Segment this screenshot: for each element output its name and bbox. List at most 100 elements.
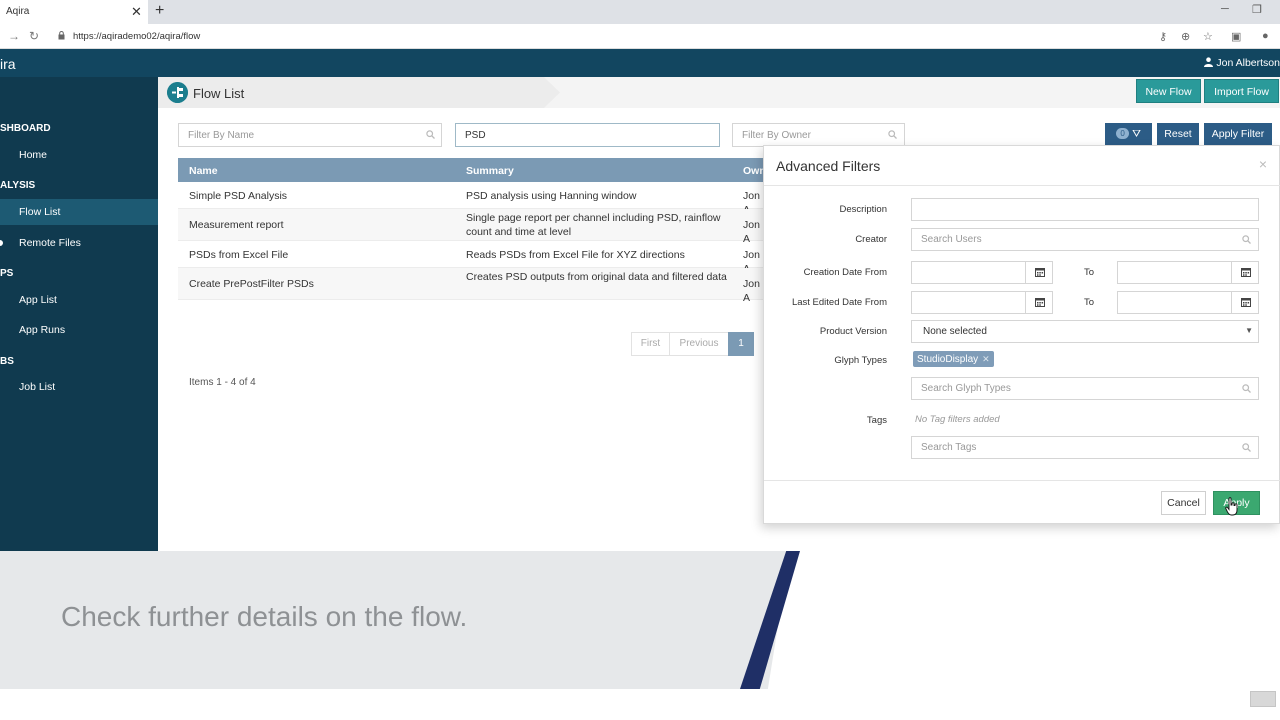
sidebar-item-remote-files[interactable]: Remote Files <box>0 230 158 256</box>
table-row[interactable]: PSDs from Excel File Reads PSDs from Exc… <box>178 241 764 275</box>
description-field[interactable] <box>911 198 1259 221</box>
product-version-label: Product Version <box>819 326 887 337</box>
pagination-previous[interactable]: Previous <box>669 332 729 356</box>
divider <box>764 185 1280 186</box>
column-header-name[interactable]: Name <box>189 165 218 177</box>
to-label: To <box>1084 267 1095 278</box>
search-icon <box>426 130 435 139</box>
browser-tab[interactable]: Aqira ✕ <box>0 0 148 24</box>
flow-summary: PSD analysis using Hanning window <box>466 190 637 202</box>
flow-name[interactable]: Measurement report <box>189 218 284 232</box>
description-label: Description <box>839 204 887 215</box>
minimize-icon[interactable]: ─ <box>1221 3 1229 15</box>
to-label: To <box>1084 297 1095 308</box>
calendar-button[interactable] <box>1231 261 1259 284</box>
sidebar-item-home[interactable]: Home <box>0 142 158 168</box>
forward-icon[interactable]: → <box>8 29 20 43</box>
pagination-first[interactable]: First <box>631 332 670 356</box>
cancel-button[interactable]: Cancel <box>1161 491 1206 515</box>
star-icon[interactable]: ☆ <box>1203 30 1213 43</box>
product-version-value: None selected <box>923 326 987 337</box>
bullet-icon <box>0 240 3 246</box>
flow-name[interactable]: Create PrePostFilter PSDs <box>189 277 314 291</box>
profile-icon[interactable]: ● <box>1262 30 1269 42</box>
filter-by-owner-input[interactable] <box>732 123 905 147</box>
dialog-title: Advanced Filters <box>776 158 881 174</box>
sidebar-item-job-list[interactable]: Job List <box>0 374 158 400</box>
product-version-select[interactable]: None selected ▼ <box>911 320 1259 343</box>
divider <box>764 480 1280 481</box>
advanced-filter-toggle[interactable]: 0 ⛛ <box>1105 123 1152 145</box>
caption-overlay: Check further details on the flow. <box>0 551 1280 689</box>
app-brand[interactable]: ira <box>0 56 16 72</box>
calendar-button[interactable] <box>1025 291 1053 314</box>
user-icon <box>1204 57 1214 67</box>
glyph-type-tag: StudioDisplay ✕ <box>913 351 994 367</box>
flow-summary: Single page report per channel including… <box>466 212 721 238</box>
pagination-page-1[interactable]: 1 <box>728 332 754 356</box>
new-tab-icon[interactable]: + <box>155 2 164 20</box>
glyph-type-tag-label: StudioDisplay <box>917 354 979 365</box>
table-row[interactable]: Simple PSD Analysis PSD analysis using H… <box>178 182 764 216</box>
flow-summary: Creates PSD outputs from original data a… <box>466 271 727 283</box>
flow-name[interactable]: Simple PSD Analysis <box>189 189 287 203</box>
creator-search-input[interactable] <box>911 228 1259 251</box>
close-icon[interactable]: × <box>1259 156 1267 172</box>
browser-tab-title: Aqira <box>6 6 30 17</box>
last-edited-date-from-label: Last Edited Date From <box>791 297 887 308</box>
calendar-icon <box>1241 298 1251 307</box>
apply-filter-button[interactable]: Apply Filter <box>1204 123 1272 145</box>
zoom-icon[interactable]: ⊕ <box>1181 30 1190 43</box>
glyph-types-search-input[interactable] <box>911 377 1259 400</box>
search-icon <box>1242 443 1251 452</box>
reload-icon[interactable]: ↻ <box>29 29 39 43</box>
browser-tab-bar: Aqira ✕ + ─ ❐ <box>0 0 1280 24</box>
sidebar-heading-apps: PS <box>0 268 14 279</box>
no-tags-note: No Tag filters added <box>915 414 1000 425</box>
tags-label: Tags <box>866 415 887 426</box>
flow-owner: Jon A <box>743 278 760 304</box>
reset-button[interactable]: Reset <box>1157 123 1199 145</box>
table-row[interactable]: Measurement report Single page report pe… <box>178 209 764 245</box>
hand-cursor-icon <box>1225 497 1238 516</box>
table-row[interactable]: Create PrePostFilter PSDs Creates PSD ou… <box>178 268 764 304</box>
search-icon <box>1242 384 1251 393</box>
import-flow-button[interactable]: Import Flow <box>1204 79 1279 103</box>
user-name: Jon Albertson <box>1216 57 1280 69</box>
flow-list-icon <box>167 82 188 103</box>
sidebar-item-app-list[interactable]: App List <box>0 287 158 313</box>
funnel-icon: ⛛ <box>1132 128 1141 140</box>
calendar-button[interactable] <box>1025 261 1053 284</box>
calendar-icon <box>1035 268 1045 277</box>
calendar-button[interactable] <box>1231 291 1259 314</box>
tags-search-input[interactable] <box>911 436 1259 459</box>
page-title: Flow List <box>193 86 245 101</box>
sidebar-heading-dashboard: SHBOARD <box>0 123 51 134</box>
column-header-summary[interactable]: Summary <box>466 165 514 177</box>
app-header: ira Jon Albertson <box>0 49 1280 77</box>
caption-text: Check further details on the flow. <box>61 601 468 632</box>
calendar-icon <box>1241 268 1251 277</box>
filter-by-summary-input[interactable] <box>455 123 720 147</box>
chevron-down-icon: ▼ <box>1245 326 1253 335</box>
key-icon[interactable]: ⚷ <box>1159 30 1167 43</box>
flow-summary: Reads PSDs from Excel File for XYZ direc… <box>466 249 685 261</box>
items-count: Items 1 - 4 of 4 <box>189 377 256 388</box>
remove-tag-icon[interactable]: ✕ <box>982 354 990 364</box>
advanced-filters-dialog: Advanced Filters × Description Creator C… <box>763 145 1280 524</box>
new-flow-button[interactable]: New Flow <box>1136 79 1201 103</box>
restore-icon[interactable]: ❐ <box>1252 3 1262 16</box>
extension-icon[interactable]: ▣ <box>1231 30 1241 43</box>
sidebar-item-app-runs[interactable]: App Runs <box>0 317 158 343</box>
lock-icon <box>58 31 65 40</box>
pause-icon[interactable] <box>1250 691 1276 707</box>
glyph-types-label: Glyph Types <box>834 355 887 366</box>
sidebar-heading-analysis: ALYSIS <box>0 180 36 191</box>
calendar-icon <box>1035 298 1045 307</box>
flow-name[interactable]: PSDs from Excel File <box>189 248 288 262</box>
filter-by-name-input[interactable] <box>178 123 442 147</box>
sidebar-item-flow-list[interactable]: Flow List <box>0 199 158 225</box>
user-menu[interactable]: Jon Albertson <box>1204 57 1280 69</box>
close-tab-icon[interactable]: ✕ <box>131 4 142 20</box>
url-text[interactable]: https://aqirademo02/aqira/flow <box>73 31 200 42</box>
